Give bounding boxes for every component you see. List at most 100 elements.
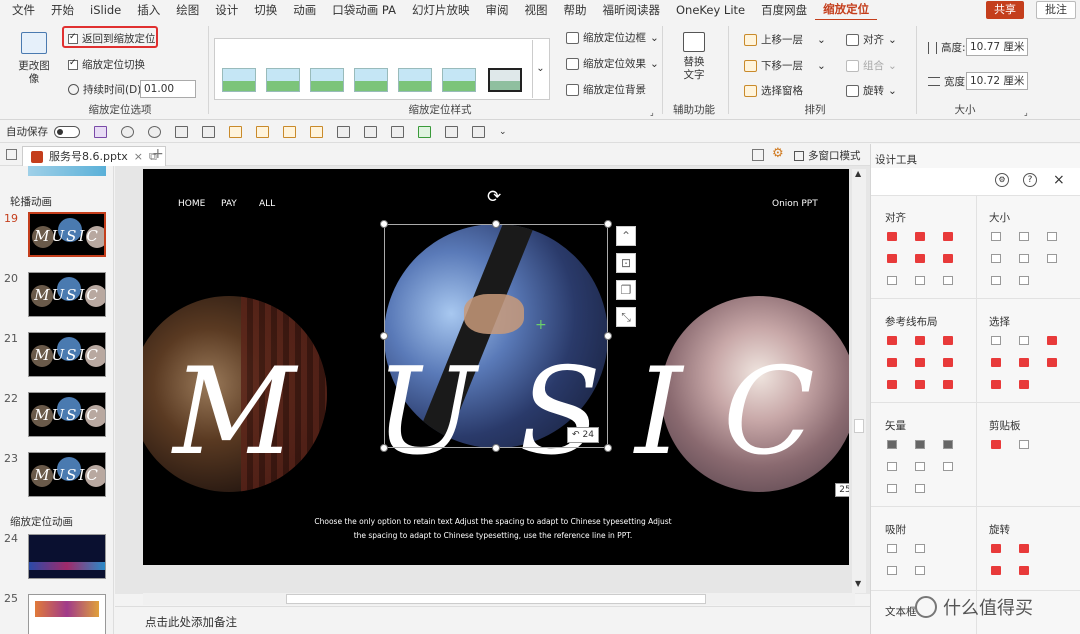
reset-size-icon[interactable] — [1019, 276, 1029, 285]
duration-input[interactable]: 01.00 — [140, 80, 196, 98]
copy-icon[interactable] — [6, 149, 17, 160]
resize-handle-e[interactable] — [604, 332, 612, 340]
undo-icon[interactable] — [121, 125, 134, 138]
align-center-icon[interactable] — [915, 232, 925, 241]
nav-all[interactable]: ALL — [259, 199, 275, 209]
notes-pane[interactable]: 点击此处添加备注 — [115, 606, 870, 634]
comment-button[interactable]: 批注 — [1036, 1, 1076, 19]
subtract-icon[interactable] — [915, 462, 925, 471]
zoom-back-badge[interactable]: ↶ 24 — [567, 427, 599, 443]
menu-draw[interactable]: 绘图 — [168, 0, 207, 20]
same-height-icon[interactable] — [1019, 232, 1029, 241]
distribute-grid-icon[interactable] — [943, 276, 953, 285]
fragment-icon[interactable] — [943, 440, 953, 449]
zoom-target-badge[interactable]: 25 — [835, 483, 849, 497]
gallery-expand-button[interactable]: ⌄ — [532, 40, 548, 98]
menu-review[interactable]: 审阅 — [478, 0, 517, 20]
shape-fill-icon[interactable] — [391, 125, 404, 138]
selection-pane-button[interactable]: 选择窗格 — [744, 83, 803, 98]
copy-format-icon[interactable] — [991, 440, 1001, 449]
bring-forward-button[interactable]: 上移一层 ⌄ — [744, 32, 826, 47]
guide-bottom-icon[interactable] — [943, 358, 953, 367]
settings-gear-icon[interactable]: ⚙ — [772, 146, 784, 161]
width-input[interactable]: 10.72 厘米 — [966, 72, 1028, 90]
rotate-left-icon[interactable] — [1019, 544, 1029, 553]
align-center-icon[interactable] — [202, 125, 215, 138]
slide-canvas[interactable]: HOME PAY ALL Onion PPT M U S I C ⟳ + ↶ 2… — [143, 169, 849, 565]
distribute-h-icon[interactable] — [887, 276, 897, 285]
select-text-icon[interactable] — [991, 380, 1001, 389]
select-line-icon[interactable] — [1019, 358, 1029, 367]
resize-handle-ne[interactable] — [604, 220, 612, 228]
return-to-zoom-checkbox[interactable]: 返回到缩放定位 — [68, 31, 156, 46]
slide-thumbnail[interactable]: MUSIC — [28, 272, 106, 317]
layout-icon[interactable] — [752, 149, 764, 161]
alt-text-button[interactable]: 替换文字 — [676, 32, 712, 82]
resize-handle-se[interactable] — [604, 444, 612, 452]
zoom-effect-button[interactable]: 缩放定位效果 ⌄ — [566, 56, 659, 71]
guide-grid-icon[interactable] — [943, 380, 953, 389]
intersect-icon[interactable] — [887, 462, 897, 471]
menu-view[interactable]: 视图 — [517, 0, 556, 20]
group-button[interactable]: 组合 ⌄ — [846, 58, 897, 73]
menu-baidu[interactable]: 百度网盘 — [753, 0, 815, 20]
select-color-icon[interactable] — [1047, 336, 1057, 345]
scroll-up-icon[interactable]: ▲ — [855, 169, 861, 178]
menu-pocket-animation[interactable]: 口袋动画 PA — [324, 0, 404, 20]
redo-icon[interactable] — [148, 125, 161, 138]
align-bottom-icon[interactable] — [943, 254, 953, 263]
guide-middle-icon[interactable] — [915, 358, 925, 367]
select-arrow-icon[interactable] — [1047, 358, 1057, 367]
zoom-background-button[interactable]: 缩放定位背景 — [566, 82, 646, 97]
rotate-right-icon[interactable] — [991, 544, 1001, 553]
style-thumb-6[interactable] — [442, 68, 476, 92]
crop-tool-icon[interactable]: ⊡ — [616, 253, 636, 273]
align-left-icon[interactable] — [887, 232, 897, 241]
pen-icon[interactable] — [337, 125, 350, 138]
slide-thumbnail[interactable]: MUSIC — [28, 332, 106, 377]
scroll-down-icon[interactable]: ▼ — [855, 579, 861, 588]
swap-size-icon[interactable] — [991, 276, 1001, 285]
snap-right-icon[interactable] — [915, 544, 925, 553]
color-icon[interactable] — [418, 125, 431, 138]
shape-back-icon[interactable] — [310, 125, 323, 138]
nav-pay[interactable]: PAY — [221, 199, 237, 209]
resize-handle-s[interactable] — [492, 444, 500, 452]
align-top-icon[interactable] — [887, 254, 897, 263]
crop-icon[interactable] — [364, 125, 377, 138]
slide-thumbnail[interactable]: MUSIC — [28, 392, 106, 437]
shape-front-icon[interactable] — [283, 125, 296, 138]
menu-transitions[interactable]: 切换 — [246, 0, 285, 20]
customize-qat-icon[interactable]: ⌄ — [499, 127, 507, 137]
height-input[interactable]: 10.77 厘米 — [966, 38, 1028, 56]
resize-handle-w[interactable] — [380, 332, 388, 340]
same-size-icon[interactable] — [1047, 232, 1057, 241]
same-width-icon[interactable] — [991, 232, 1001, 241]
select-type-icon[interactable] — [1019, 336, 1029, 345]
section-title[interactable]: 轮播动画 — [10, 194, 52, 209]
menu-foxit[interactable]: 福昕阅读器 — [595, 0, 669, 20]
menu-design[interactable]: 设计 — [207, 0, 246, 20]
split-icon[interactable] — [915, 484, 925, 493]
snap-bottom-icon[interactable] — [915, 566, 925, 575]
slide-thumbnail[interactable]: MUSIC — [28, 212, 106, 257]
shape-icon[interactable] — [229, 125, 242, 138]
combine-icon[interactable] — [915, 440, 925, 449]
close-tab-icon[interactable]: × — [134, 148, 143, 166]
shape-duplicate-icon[interactable] — [256, 125, 269, 138]
distribute-v-icon[interactable] — [915, 276, 925, 285]
menu-islide[interactable]: iSlide — [82, 0, 129, 20]
menu-home[interactable]: 开始 — [43, 0, 82, 20]
align-middle-icon[interactable] — [915, 254, 925, 263]
paste-format-icon[interactable] — [1019, 440, 1029, 449]
distribute-icon[interactable] — [445, 125, 458, 138]
menu-animations[interactable]: 动画 — [285, 0, 324, 20]
menu-help[interactable]: 帮助 — [556, 0, 595, 20]
guide-center-icon[interactable] — [915, 336, 925, 345]
vertical-scrollbar[interactable]: ▲ ▼ — [852, 169, 866, 593]
close-icon[interactable]: × — [1053, 172, 1065, 188]
selection-frame[interactable] — [384, 224, 608, 448]
style-thumb-2[interactable] — [266, 68, 300, 92]
style-thumb-5[interactable] — [398, 68, 432, 92]
new-tab-icon[interactable]: + — [152, 146, 164, 162]
